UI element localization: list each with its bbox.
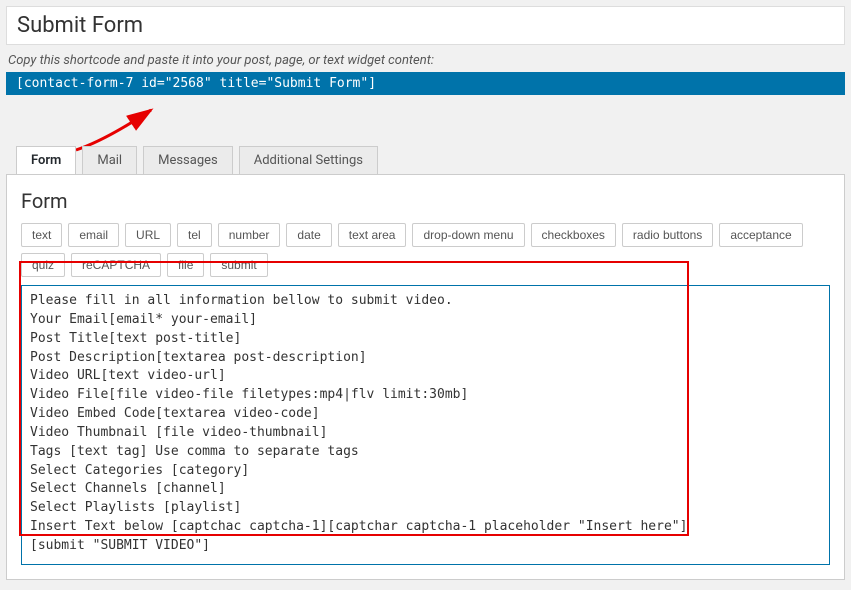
tag-button-drop-down-menu[interactable]: drop-down menu [412, 223, 524, 247]
tag-button-tel[interactable]: tel [177, 223, 212, 247]
form-editor[interactable]: Please fill in all information bellow to… [21, 285, 830, 565]
form-title: Submit Form [17, 13, 834, 38]
tag-button-quiz[interactable]: quiz [21, 253, 65, 277]
arrow-annotation [66, 105, 845, 145]
tag-button-recaptcha[interactable]: reCAPTCHA [71, 253, 161, 277]
tabs-container: FormMailMessagesAdditional Settings Form… [6, 145, 845, 580]
tag-button-radio-buttons[interactable]: radio buttons [622, 223, 713, 247]
tabs-list: FormMailMessagesAdditional Settings [6, 146, 845, 175]
tag-generator-buttons: textemailURLtelnumberdate text areadrop-d… [21, 223, 830, 277]
tag-button-date[interactable]: date [286, 223, 331, 247]
form-panel: Form textemailURLtelnumberdate text aread… [6, 174, 845, 580]
shortcode-instruction: Copy this shortcode and paste it into yo… [8, 53, 843, 68]
tag-button-text[interactable]: text [21, 223, 62, 247]
tag-button-acceptance[interactable]: acceptance [719, 223, 802, 247]
tab-messages[interactable]: Messages [143, 146, 233, 175]
tag-button-checkboxes[interactable]: checkboxes [531, 223, 616, 247]
shortcode-display[interactable]: [contact-form-7 id="2568" title="Submit … [6, 72, 845, 95]
form-title-box: Submit Form [6, 6, 845, 45]
panel-heading: Form [21, 189, 830, 213]
tab-mail[interactable]: Mail [82, 146, 137, 175]
tag-button-url[interactable]: URL [125, 223, 171, 247]
tab-form[interactable]: Form [16, 146, 76, 175]
tag-button-submit[interactable]: submit [210, 253, 267, 277]
tag-button-text-area[interactable]: text area [338, 223, 407, 247]
tag-button-number[interactable]: number [218, 223, 281, 247]
tag-button-email[interactable]: email [68, 223, 119, 247]
tag-button-file[interactable]: file [167, 253, 204, 277]
tab-additional-settings[interactable]: Additional Settings [239, 146, 378, 175]
